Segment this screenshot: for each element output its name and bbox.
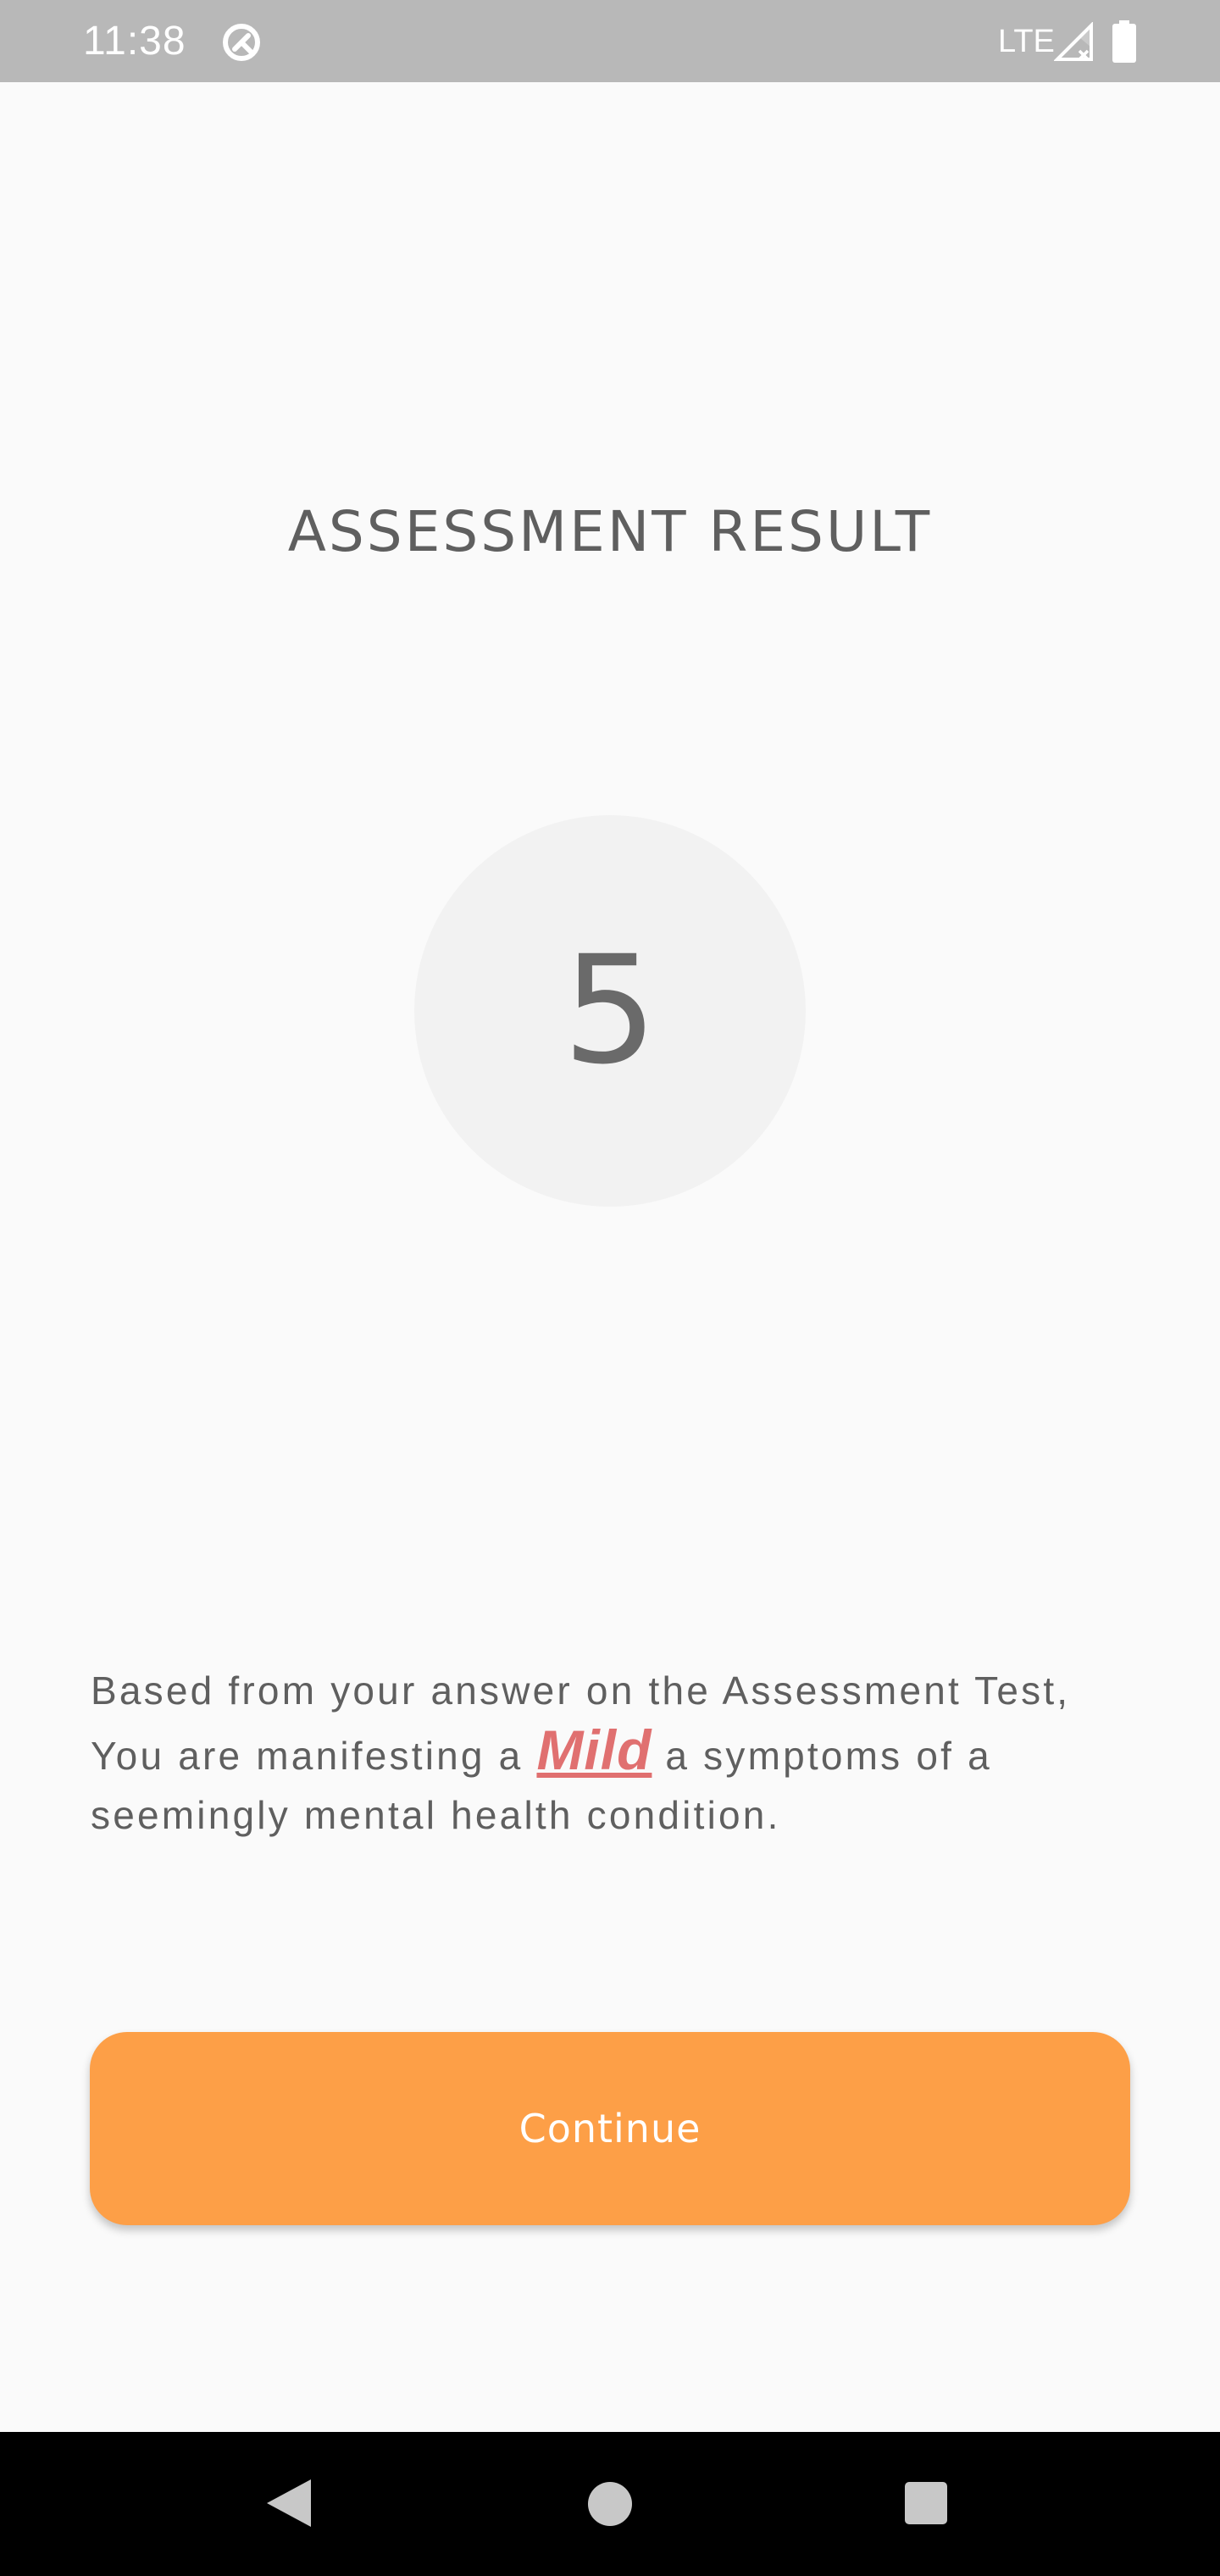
page-title: ASSESSMENT RESULT: [287, 499, 933, 564]
result-description: Based from your answer on the Assessment…: [91, 1661, 1141, 1845]
score-circle: 5: [414, 815, 806, 1207]
score-value: 5: [563, 924, 657, 1097]
network-type: LTE: [998, 24, 1055, 59]
status-bar: 11:38 LTE: [0, 0, 1220, 82]
app-notification-icon: [223, 24, 260, 61]
battery-icon: [1112, 20, 1136, 63]
signal-icon: [1054, 22, 1093, 61]
back-icon[interactable]: [267, 2479, 314, 2527]
status-time: 11:38: [83, 19, 186, 64]
home-icon[interactable]: [588, 2482, 632, 2526]
continue-button[interactable]: Continue: [90, 2032, 1130, 2225]
recents-icon[interactable]: [905, 2482, 947, 2524]
severity-label: Mild: [536, 1718, 652, 1781]
